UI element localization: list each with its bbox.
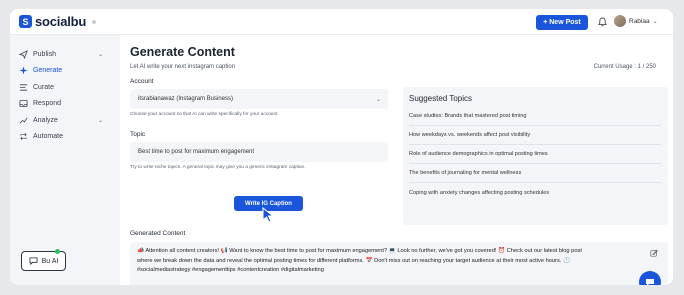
inbox-icon [19,99,28,108]
sidebar-item-curate[interactable]: Curate [19,81,54,94]
suggested-topic-item[interactable]: Role of audience demographics in optimal… [409,145,661,164]
sidebar-item-automate[interactable]: Automate [19,130,63,143]
account-value: itsrabianawaz (Instagram Business) [138,96,234,102]
generated-caption-text[interactable]: 📣 Attention all content creators! 📢 Want… [137,247,597,276]
user-menu[interactable]: Rabiaa ⌄ [614,15,658,27]
account-select[interactable]: itsrabianawaz (Instagram Business) ⌄ [130,89,388,109]
sparkle-icon [19,66,28,75]
list-icon [19,84,28,91]
avatar [614,15,626,27]
bell-icon[interactable] [598,17,607,27]
topic-value: Best time to post for maximum engagement [138,149,255,155]
page-title: Generate Content [130,45,235,59]
chat-bubble-icon [646,278,654,285]
online-indicator [55,249,60,254]
logo-mark: S [19,15,32,28]
chevron-down-icon: ⌄ [375,96,381,103]
sidebar-item-publish[interactable]: Publish [19,48,56,61]
topic-label: Topic [130,131,146,138]
suggested-topic-item[interactable]: Coping with anxiety changes affecting po… [409,183,661,202]
main-panel: Generate Content Let AI write your next … [120,35,673,285]
sidebar-item-analyze[interactable]: Analyze [19,114,58,127]
chat-icon [29,257,38,265]
send-icon [19,50,28,59]
brand-logo[interactable]: S socialbu [19,14,97,29]
bu-ai-label: Bu AI [41,257,59,265]
sidebar-item-label: Respond [33,100,62,107]
suggested-topic-item[interactable]: Case studies: Brands that mastered post … [409,107,661,126]
chevron-down-icon[interactable]: ⌄ [98,117,103,124]
chevron-down-icon[interactable]: ⌄ [98,51,103,58]
new-post-button[interactable]: + New Post [536,15,588,30]
account-label: Account [130,78,154,85]
generated-content-title: Generated Content [130,230,186,237]
chevron-down-icon: ⌄ [652,18,658,25]
account-helper: Choose your account so that AI can write… [130,112,278,117]
brand-name: socialbu [35,14,87,29]
status-dot [92,19,97,24]
sidebar-item-label: Publish [33,51,56,58]
generated-content-box: 📣 Attention all content creators! 📢 Want… [130,242,668,285]
cursor-icon [262,207,275,223]
user-name: Rabiaa [629,17,650,25]
edit-icon[interactable] [650,249,658,257]
repeat-icon [20,133,27,140]
sidebar-item-respond[interactable]: Respond [19,97,61,110]
suggested-topics-panel: Suggested Topics Case studies: Brands th… [403,87,668,225]
sidebar-item-label: Generate [33,67,63,74]
topic-input[interactable]: Best time to post for maximum engagement [130,142,388,162]
sidebar-item-label: Curate [33,84,55,91]
usage-counter: Current Usage : 1 / 250 [593,64,656,70]
sidebar-item-generate[interactable]: Generate [19,64,62,77]
suggested-topics-title: Suggested Topics [409,94,473,103]
sidebar-item-label: Analyze [33,117,58,124]
suggested-topic-item[interactable]: How weekdays vs. weekends affect post vi… [409,126,661,145]
page-subtitle: Let AI write your next instagram caption [130,64,236,70]
bu-ai-button[interactable]: Bu AI [21,251,66,271]
top-bar: S socialbu + New Post Rabiaa ⌄ [10,9,673,35]
sidebar-item-label: Automate [33,133,63,140]
chart-icon [19,117,28,124]
sidebar: Publish ⌄ Generate Curate Respond Analyz… [10,35,120,285]
suggested-topic-item[interactable]: The benefits of journaling for mental we… [409,164,661,183]
topic-helper: Try to write niche topics. A general top… [130,165,306,170]
app-window: S socialbu + New Post Rabiaa ⌄ Publish ⌄… [10,9,673,285]
